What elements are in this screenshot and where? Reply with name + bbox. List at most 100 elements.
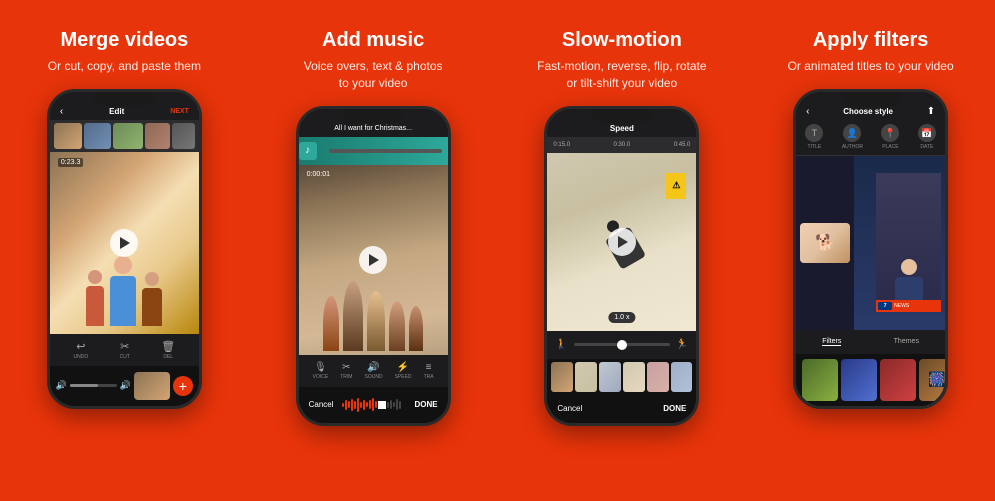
thumb-4[interactable]: [623, 362, 645, 392]
play-icon-music: [369, 254, 379, 266]
head-1: [88, 270, 102, 284]
next-button[interactable]: NEXT: [170, 108, 189, 115]
wave-1: [342, 403, 344, 407]
edit-label: Edit: [109, 107, 124, 116]
tra-tool[interactable]: ≡TRA: [424, 362, 434, 380]
song-title: All I want for Christmas...: [334, 125, 412, 132]
date-icon-item[interactable]: 📅 DATE: [918, 124, 936, 150]
tab-themes[interactable]: Themes: [894, 338, 919, 345]
speed-tool[interactable]: ⚡SPEED: [395, 362, 412, 380]
logo-badge: 7: [878, 302, 892, 310]
news-overlay: 7 NEWS: [854, 156, 945, 330]
panel-music-subtitle: Voice overs, text & photos to your video: [304, 58, 443, 92]
place-icon-item[interactable]: 📍 PLACE: [881, 124, 899, 150]
title-icon-item[interactable]: T TITLE: [805, 124, 823, 150]
timeline-markers: 0:15.0 0:30.0 0:45.0: [547, 137, 696, 153]
share-icon[interactable]: ⬆: [927, 106, 935, 117]
back-icon-filters: ‹: [806, 106, 809, 117]
crowd-person-4: [389, 301, 405, 351]
wave-11: [372, 398, 374, 411]
filter-3[interactable]: [880, 359, 916, 401]
phone-notch-music: [343, 109, 403, 123]
style-title: Choose style: [843, 107, 893, 116]
music-timeline[interactable]: [329, 149, 442, 153]
done-button-slowmo[interactable]: DONE: [663, 404, 686, 413]
cut-tool[interactable]: ✂CUT: [120, 340, 130, 360]
timestamp-merge: 0:23.3: [58, 158, 83, 167]
add-clip-button[interactable]: +: [173, 376, 193, 396]
newscaster-area: 7 NEWS: [876, 173, 941, 312]
wave-10: [369, 400, 371, 409]
cancel-button-music[interactable]: Cancel: [309, 400, 334, 409]
newscaster-head: [901, 259, 917, 275]
delete-tool[interactable]: 🗑DEL: [161, 340, 175, 360]
filter-4[interactable]: 🎆: [919, 359, 945, 401]
clip-thumbnail[interactable]: [134, 372, 170, 400]
music-icon: ♪: [299, 142, 317, 160]
speed-slider[interactable]: [574, 343, 670, 346]
clip-2[interactable]: [84, 123, 111, 149]
wave-13: [387, 402, 389, 408]
head-2: [114, 256, 132, 274]
thumb-3[interactable]: [599, 362, 621, 392]
main-video-slowmo: ⚠ 1.0 x: [547, 153, 696, 331]
done-button-music[interactable]: DONE: [415, 400, 438, 409]
title-icon: T: [805, 124, 823, 142]
head-3: [145, 272, 159, 286]
thumb-6[interactable]: [671, 362, 693, 392]
panel-filters: Apply filters Or animated titles to your…: [746, 0, 995, 501]
place-icon: 📍: [881, 124, 899, 142]
phone-screen-slowmo: Speed 0:15.0 0:30.0 0:45.0 ⚠ 1.: [547, 109, 696, 423]
back-icon: ‹: [60, 106, 63, 117]
wave-16: [396, 399, 398, 410]
dog-emoji: 🐕: [815, 233, 835, 253]
crowd-person-5: [409, 306, 423, 351]
clip-4[interactable]: [145, 123, 170, 149]
volume-slider[interactable]: [70, 384, 117, 387]
wave-7: [360, 402, 362, 408]
phone-notch-filters: [841, 92, 901, 106]
voice-tool[interactable]: 🎙VOICE: [313, 362, 329, 380]
filter-tabs-row: Filters Themes: [796, 330, 945, 354]
wave-5: [354, 401, 356, 409]
play-button-music[interactable]: [359, 246, 387, 274]
phone-screen-music: All I want for Christmas... ♪ 0:00:01: [299, 109, 448, 423]
play-button-slowmo[interactable]: [608, 228, 636, 256]
news-bar: 7 NEWS: [876, 300, 941, 312]
news-scene: 7 NEWS: [854, 156, 945, 330]
tab-filters[interactable]: Filters: [822, 338, 841, 346]
volume-icon: 🔊: [56, 380, 67, 391]
play-button-merge[interactable]: [110, 229, 138, 257]
date-label: DATE: [920, 144, 933, 150]
marker-3: 0:45.0: [674, 142, 691, 148]
timestamp-music: 0:00:01: [307, 171, 330, 178]
speed-row: 🚶 🏃: [547, 331, 696, 359]
thumb-2[interactable]: [575, 362, 597, 392]
phone-notch-merge: [94, 92, 154, 106]
trim-tool[interactable]: ✂TRIM: [340, 362, 352, 380]
wave-2: [345, 400, 347, 410]
clip-3[interactable]: [113, 123, 143, 149]
thumb-1[interactable]: [551, 362, 573, 392]
phone-merge: ‹ Edit NEXT 0:23.3: [47, 89, 202, 409]
wave-15: [393, 402, 395, 407]
speed-knob: [617, 340, 627, 350]
cancel-button-slowmo[interactable]: Cancel: [557, 404, 582, 413]
speed-badge: 1.0 x: [608, 312, 635, 323]
person-3: [142, 272, 162, 326]
phone-slowmo: Speed 0:15.0 0:30.0 0:45.0 ⚠ 1.: [544, 106, 699, 426]
wave-4: [351, 399, 353, 411]
clip-5[interactable]: [172, 123, 195, 149]
undo-tool[interactable]: ↩UNDO: [74, 340, 89, 360]
thumb-5[interactable]: [647, 362, 669, 392]
icon-row: T TITLE 👤 AUTHOR 📍 PLACE 📅 DATE: [796, 120, 945, 156]
toolbar-music: 🎙VOICE ✂TRIM 🔊SOUND ⚡SPEED ≡TRA: [299, 355, 448, 387]
volume-high-icon: 🔊: [120, 380, 131, 391]
panel-music-title: Add music: [322, 28, 424, 52]
sound-tool[interactable]: 🔊SOUND: [365, 362, 383, 380]
author-icon-item[interactable]: 👤 AUTHOR: [842, 124, 863, 150]
filter-1[interactable]: [802, 359, 838, 401]
music-banner: ♪: [299, 137, 448, 165]
filter-2[interactable]: [841, 359, 877, 401]
clip-1[interactable]: [54, 123, 83, 149]
